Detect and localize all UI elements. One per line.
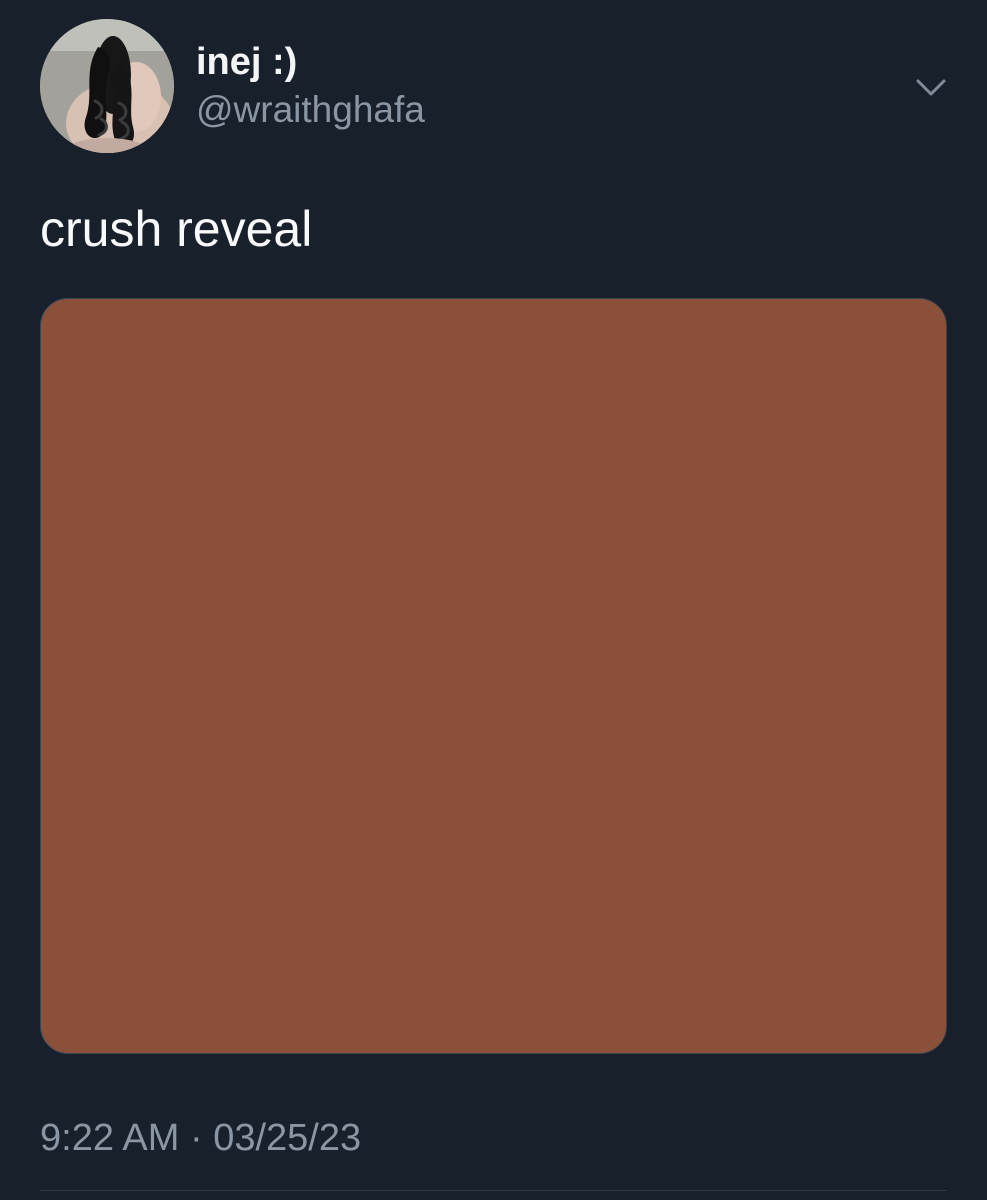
avatar[interactable] <box>40 19 174 153</box>
divider <box>40 1190 947 1191</box>
tweet: inej :) @wraithghafa crush reveal 9:22 A… <box>0 0 987 1200</box>
display-name[interactable]: inej :) <box>196 38 297 86</box>
tweet-text: crush reveal <box>40 201 313 257</box>
username-handle[interactable]: @wraithghafa <box>196 86 425 134</box>
profile-photo-icon <box>40 19 174 153</box>
more-options-button[interactable] <box>910 68 952 106</box>
chevron-down-icon <box>916 79 946 96</box>
media-image[interactable] <box>40 298 947 1054</box>
timestamp[interactable]: 9:22 AM · 03/25/23 <box>40 1114 361 1162</box>
